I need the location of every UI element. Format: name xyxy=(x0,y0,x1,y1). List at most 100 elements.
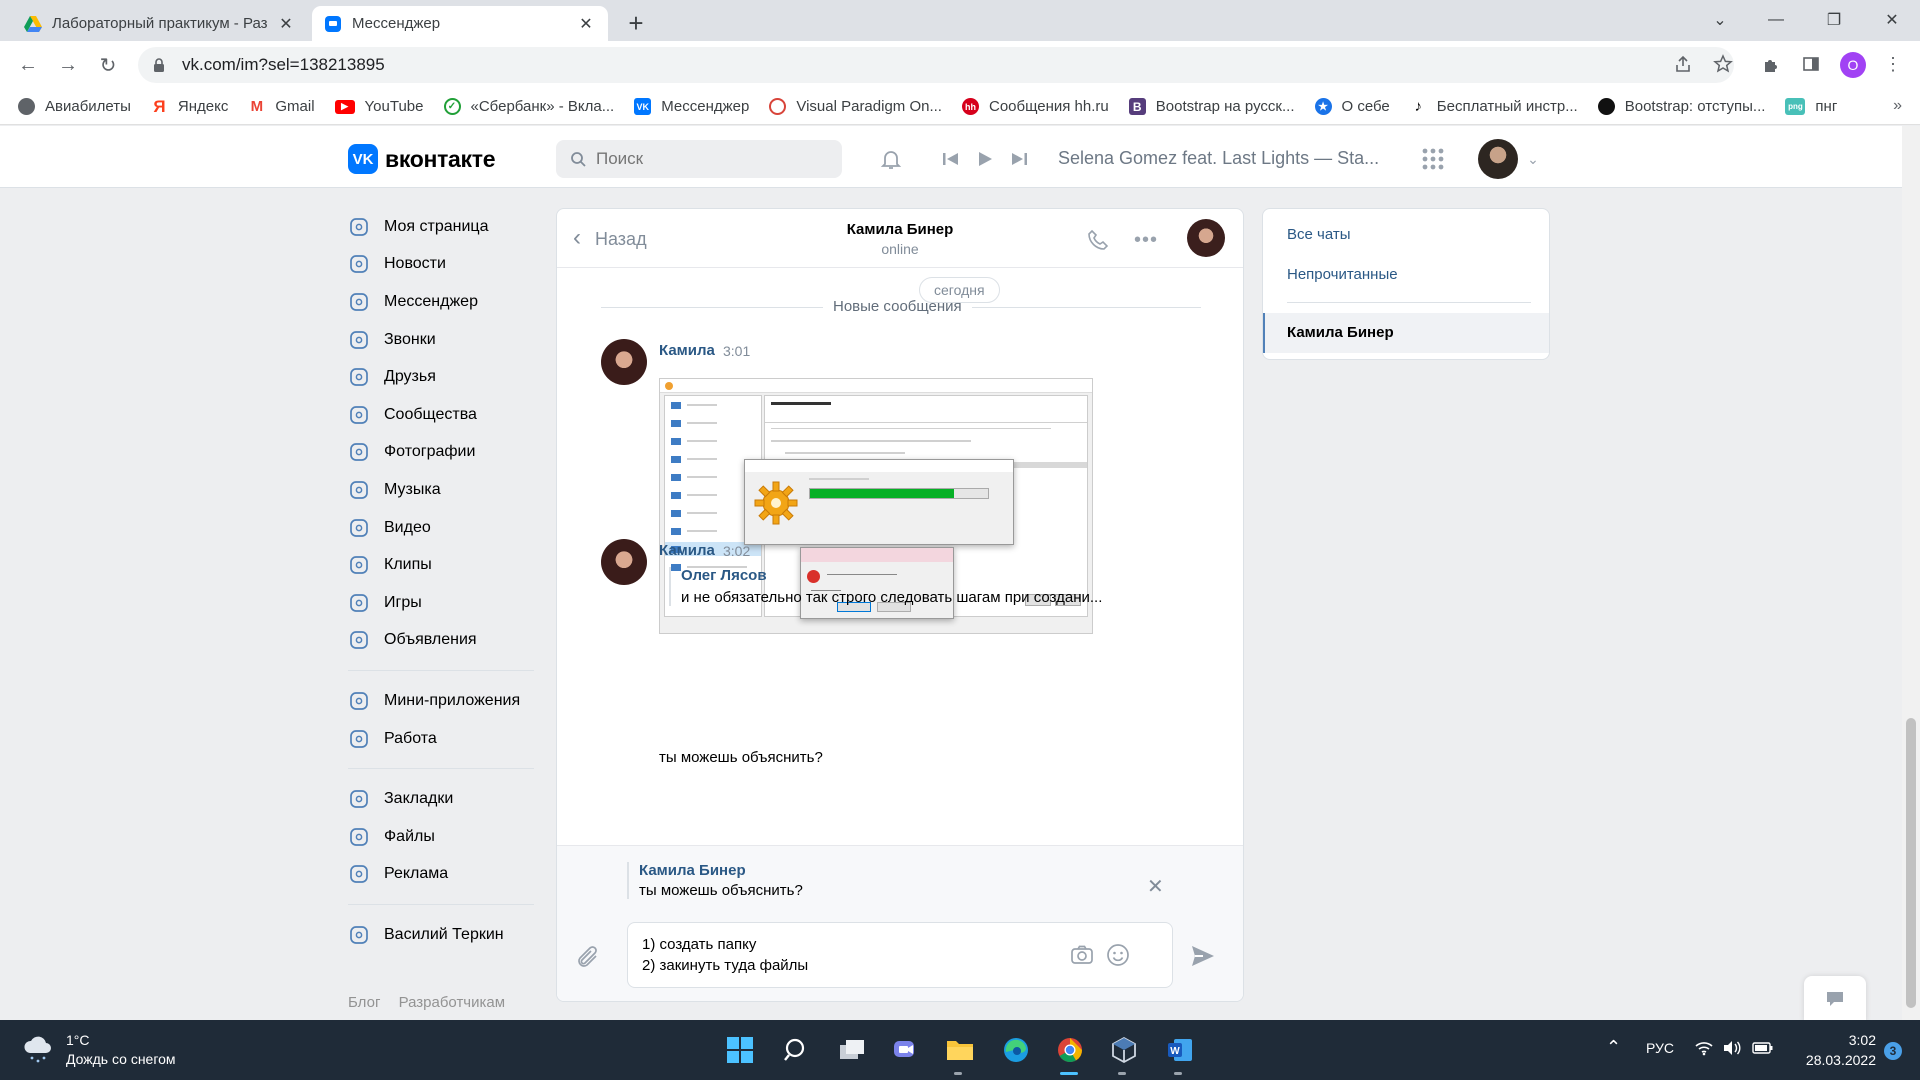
message-avatar[interactable] xyxy=(601,339,647,385)
menu-item-message[interactable]: Мессенджер xyxy=(348,283,538,321)
chevron-up-icon[interactable]: ⌃ xyxy=(1606,1037,1621,1058)
bookmark-hh[interactable]: hh Сообщения hh.ru xyxy=(961,98,1109,115)
volume-icon[interactable] xyxy=(1722,1040,1742,1059)
tab-messenger[interactable]: Мессенджер ✕ xyxy=(312,6,608,41)
menu-item-star[interactable]: Закладки xyxy=(348,780,538,818)
scrollbar-thumb[interactable] xyxy=(1906,718,1916,1008)
menu-item-music[interactable]: Музыка xyxy=(348,471,538,509)
search-box[interactable] xyxy=(556,140,842,178)
bookmark-yandex[interactable]: Я Яндекс xyxy=(151,97,228,116)
active-chat-item[interactable]: Камила Бинер xyxy=(1263,313,1549,353)
chevron-down-icon[interactable]: ⌄ xyxy=(1520,146,1546,172)
menu-item-group[interactable]: Василий Теркин xyxy=(348,916,538,954)
windows-start-icon[interactable] xyxy=(724,1034,756,1066)
bookmark-messenger[interactable]: VK Мессенджер xyxy=(634,98,749,115)
minimize-button[interactable]: — xyxy=(1762,8,1790,32)
close-tab-icon[interactable]: ✕ xyxy=(576,14,596,34)
close-tab-icon[interactable]: ✕ xyxy=(276,14,296,34)
footer-link-blog[interactable]: Блог xyxy=(348,994,380,1011)
tab-lab-practicum[interactable]: Лабораторный практикум - Раз ✕ xyxy=(12,6,308,41)
menu-item-briefcase[interactable]: Работа xyxy=(348,720,538,758)
vk-logo[interactable]: VK вконтакте xyxy=(348,144,496,174)
previous-track-icon[interactable] xyxy=(938,146,964,172)
floating-chat-button[interactable] xyxy=(1804,976,1866,1022)
tab-search-icon[interactable]: ⌄ xyxy=(1706,8,1734,32)
next-track-icon[interactable] xyxy=(1006,146,1032,172)
restore-button[interactable]: ❐ xyxy=(1820,8,1848,32)
message-author[interactable]: Камила xyxy=(659,342,715,359)
bookmark-o-sebe[interactable]: ★ О себе xyxy=(1314,98,1390,115)
notification-badge[interactable]: 3 xyxy=(1884,1042,1902,1060)
menu-item-communities[interactable]: Сообщества xyxy=(348,396,538,434)
menu-item-friends[interactable]: Друзья xyxy=(348,358,538,396)
reload-icon[interactable]: ↻ xyxy=(94,51,122,79)
close-window-button[interactable]: ✕ xyxy=(1878,8,1906,32)
extensions-icon[interactable] xyxy=(1758,51,1784,77)
edge-icon[interactable] xyxy=(1000,1034,1032,1066)
bookmark-gmail[interactable]: M Gmail xyxy=(248,98,315,115)
chevron-right-icon[interactable]: » xyxy=(1893,97,1902,115)
bookmark-visual-paradigm[interactable]: Visual Paradigm On... xyxy=(769,98,942,115)
bookmark-free-tool[interactable]: ♪ Бесплатный инстр... xyxy=(1410,98,1578,115)
clock[interactable]: 3:02 28.03.2022 xyxy=(1796,1032,1876,1068)
bookmark-sberbank[interactable]: ✓ «Сбербанк» - Вкла... xyxy=(443,98,614,115)
forwarded-quote[interactable]: Олег Лясов и не обязательно так строго с… xyxy=(669,567,1102,606)
file-explorer-icon[interactable] xyxy=(944,1034,976,1066)
menu-item-gamepad[interactable]: Игры xyxy=(348,584,538,622)
battery-icon[interactable] xyxy=(1752,1040,1774,1059)
emoji-icon[interactable] xyxy=(1104,941,1132,969)
menu-item-video[interactable]: Видео xyxy=(348,509,538,547)
camera-icon[interactable] xyxy=(1068,941,1096,969)
bookmark-bootstrap-spacing[interactable]: Bootstrap: отступы... xyxy=(1597,98,1765,115)
word-icon[interactable]: W xyxy=(1164,1034,1196,1066)
phone-icon[interactable] xyxy=(1085,227,1111,253)
chat-avatar[interactable] xyxy=(1187,219,1225,257)
side-panel-icon[interactable] xyxy=(1798,51,1824,77)
address-bar[interactable]: vk.com/im?sel=138213895 xyxy=(138,47,1734,83)
send-icon[interactable] xyxy=(1189,942,1217,970)
virtualbox-icon[interactable] xyxy=(1108,1034,1140,1066)
bell-icon[interactable] xyxy=(878,146,904,172)
message-time[interactable]: 3:02 xyxy=(723,543,750,559)
message-avatar[interactable] xyxy=(601,539,647,585)
bookmark-bootstrap-ru[interactable]: B Bootstrap на русск... xyxy=(1128,98,1295,115)
menu-item-clips[interactable]: Клипы xyxy=(348,546,538,584)
bookmark-youtube[interactable]: ▶ YouTube xyxy=(334,98,424,115)
bookmark-aviabilety[interactable]: Авиабилеты xyxy=(18,98,131,115)
menu-item-ads-board[interactable]: Объявления xyxy=(348,622,538,660)
search-input[interactable] xyxy=(596,149,816,169)
teams-chat-icon[interactable] xyxy=(890,1034,922,1066)
scrollbar[interactable] xyxy=(1902,126,1920,1020)
message-author[interactable]: Камила xyxy=(659,542,715,559)
new-tab-button[interactable]: + xyxy=(622,8,650,39)
menu-item-news[interactable]: Новости xyxy=(348,246,538,284)
message-input-box[interactable] xyxy=(627,922,1173,988)
menu-item-megaphone[interactable]: Реклама xyxy=(348,856,538,894)
menu-item-apps[interactable]: Мини-приложения xyxy=(348,682,538,720)
paperclip-icon[interactable] xyxy=(575,944,603,972)
message-input[interactable] xyxy=(642,934,1062,978)
filter-all-chats[interactable]: Все чаты xyxy=(1287,226,1351,243)
search-icon[interactable] xyxy=(780,1034,812,1066)
wifi-icon[interactable] xyxy=(1694,1040,1714,1059)
play-icon[interactable] xyxy=(972,146,998,172)
menu-dots-icon[interactable]: ⋮ xyxy=(1880,51,1906,77)
back-icon[interactable]: ← xyxy=(14,51,42,79)
menu-item-file[interactable]: Файлы xyxy=(348,818,538,856)
menu-item-photo[interactable]: Фотографии xyxy=(348,434,538,472)
menu-item-phone[interactable]: Звонки xyxy=(348,321,538,359)
close-icon[interactable]: ✕ xyxy=(1147,874,1164,899)
bookmark-star-icon[interactable] xyxy=(1710,51,1736,77)
profile-avatar[interactable]: О xyxy=(1840,52,1866,78)
share-icon[interactable] xyxy=(1670,51,1696,77)
more-dots-icon[interactable]: ••• xyxy=(1133,227,1159,253)
forward-icon[interactable]: → xyxy=(54,51,82,79)
weather-widget[interactable]: 1°C Дождь со снегом xyxy=(22,1032,176,1067)
menu-item-user-circle[interactable]: Моя страница xyxy=(348,208,538,246)
task-view-icon[interactable] xyxy=(836,1034,868,1066)
language-indicator[interactable]: РУС xyxy=(1646,1040,1674,1056)
footer-link-developers[interactable]: Разработчикам xyxy=(399,994,505,1011)
bookmark-png[interactable]: png пнг xyxy=(1785,98,1837,115)
services-grid-icon[interactable] xyxy=(1420,146,1446,172)
chrome-icon[interactable] xyxy=(1054,1034,1086,1066)
